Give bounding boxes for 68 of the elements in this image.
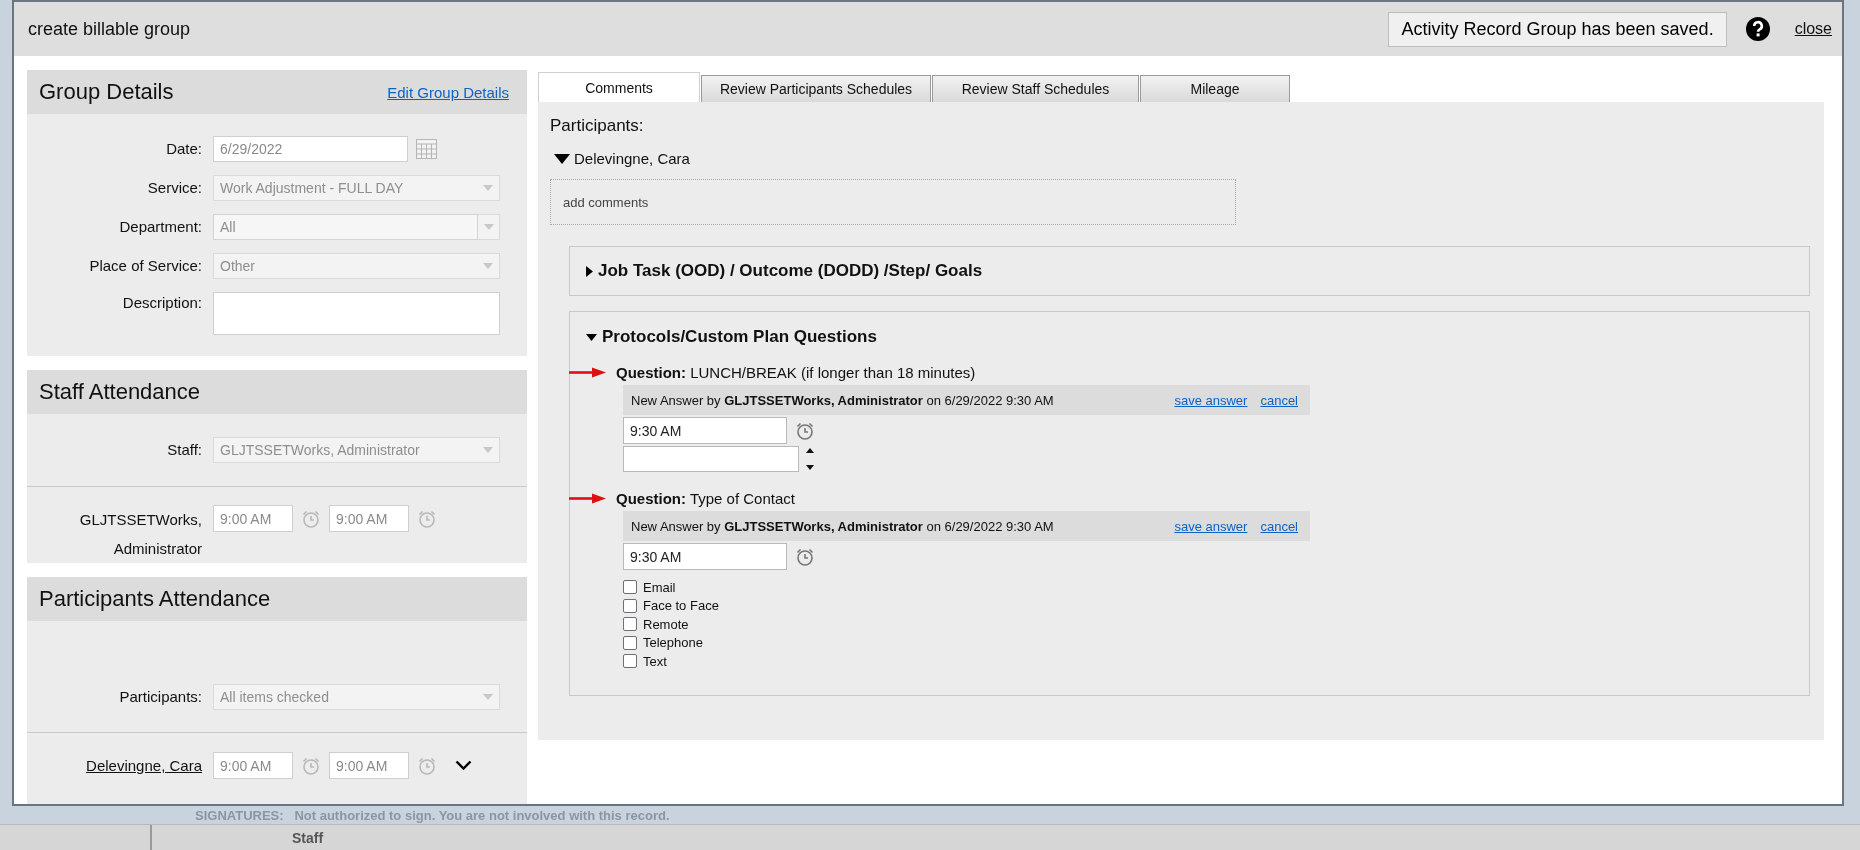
- pointer-arrow-icon: [569, 493, 606, 504]
- help-icon[interactable]: [1744, 16, 1771, 42]
- time-out-field[interactable]: 9:00 AM: [329, 752, 409, 779]
- collapse-triangle-icon[interactable]: [586, 333, 597, 341]
- checkbox[interactable]: [623, 617, 637, 632]
- field-label: Participants:: [118, 687, 202, 707]
- tab[interactable]: Comments: [538, 72, 700, 102]
- chevron-down-icon[interactable]: [455, 760, 472, 771]
- signatures-text: SIGNATURES: Not authorized to sign. You are not involved with this record.: [195, 807, 670, 823]
- field-label: Description:: [121, 293, 202, 313]
- checkbox-label: Face to Face: [643, 598, 719, 614]
- clock-icon[interactable]: [795, 420, 815, 441]
- question-text: Question: Type of Contact: [616, 490, 795, 507]
- section-title: Staff Attendance: [39, 379, 201, 405]
- checkbox[interactable]: [623, 635, 637, 650]
- pointer-arrow-icon: [569, 367, 606, 378]
- collapse-triangle-icon[interactable]: [554, 153, 570, 164]
- date-field[interactable]: 6/29/2022: [213, 136, 408, 162]
- field-label: Service:: [146, 178, 202, 198]
- checkbox-label: Text: [643, 653, 667, 669]
- checkbox[interactable]: [623, 580, 637, 595]
- expand-triangle-icon[interactable]: [586, 265, 593, 277]
- save-answer-link[interactable]: save answer: [1174, 518, 1248, 534]
- participant-name[interactable]: Delevingne, Cara: [574, 150, 690, 167]
- section-title: Group Details: [39, 79, 174, 105]
- section-heading[interactable]: Protocols/Custom Plan Questions: [602, 327, 877, 347]
- field-label: Department:: [118, 217, 202, 237]
- dialog-title: create billable group: [28, 18, 192, 40]
- cancel-link[interactable]: cancel: [1260, 392, 1298, 408]
- cancel-link[interactable]: cancel: [1260, 518, 1298, 534]
- comment-field[interactable]: add comments: [550, 179, 1236, 225]
- edit-group-details-link[interactable]: Edit Group Details: [387, 83, 509, 101]
- field-label: Staff:: [166, 440, 202, 460]
- participant-link[interactable]: Delevingne, Cara: [27, 757, 202, 774]
- time-out-field[interactable]: 9:00 AM: [329, 505, 409, 532]
- close-link[interactable]: close: [1794, 20, 1832, 38]
- time-field[interactable]: 9:30 AM: [623, 417, 787, 444]
- spinner-arrows-icon[interactable]: [805, 446, 815, 472]
- field-label: Place of Service:: [88, 256, 202, 276]
- tab[interactable]: Review Staff Schedules: [932, 75, 1139, 102]
- save-answer-link[interactable]: save answer: [1174, 392, 1248, 408]
- checkbox-label: Telephone: [643, 635, 703, 651]
- checkbox[interactable]: [623, 654, 637, 669]
- checkbox-label: Remote: [643, 616, 689, 632]
- time-field[interactable]: 9:30 AM: [623, 543, 787, 570]
- checkbox[interactable]: [623, 598, 637, 613]
- column-header: Staff: [292, 829, 324, 846]
- section-title: Participants Attendance: [39, 586, 271, 612]
- select-field[interactable]: Other: [213, 253, 500, 279]
- tab[interactable]: Mileage: [1140, 75, 1290, 102]
- status-message: Activity Record Group has been saved.: [1388, 11, 1727, 47]
- select-field[interactable]: GLJTSSETWorks, Administrator: [213, 437, 500, 463]
- select-field[interactable]: Work Adjustment - FULL DAY: [213, 175, 500, 201]
- section-heading[interactable]: Job Task (OOD) / Outcome (DODD) /Step/ Goals: [598, 261, 983, 281]
- answer-header-text: New Answer by GLJTSSETWorks, Administrator on 6/29/2022 9:30 AM: [631, 392, 1055, 408]
- question-text: Question: LUNCH/BREAK (if longer than 18 minutes): [616, 364, 976, 381]
- select-field[interactable]: All items checked: [213, 684, 500, 710]
- checkbox-label: Email: [643, 579, 676, 595]
- number-field[interactable]: [623, 446, 799, 472]
- field-label: Date:: [165, 139, 202, 159]
- staff-name: GLJTSSETWorks, Administrator: [78, 510, 202, 559]
- time-in-field[interactable]: 9:00 AM: [213, 752, 293, 779]
- tab[interactable]: Review Participants Schedules: [701, 75, 931, 102]
- description-field[interactable]: [213, 292, 500, 335]
- answer-header-text: New Answer by GLJTSSETWorks, Administrator on 6/29/2022 9:30 AM: [631, 518, 1055, 534]
- participants-label: Participants:: [550, 116, 645, 136]
- time-in-field[interactable]: 9:00 AM: [213, 505, 293, 532]
- clock-icon[interactable]: [795, 546, 815, 567]
